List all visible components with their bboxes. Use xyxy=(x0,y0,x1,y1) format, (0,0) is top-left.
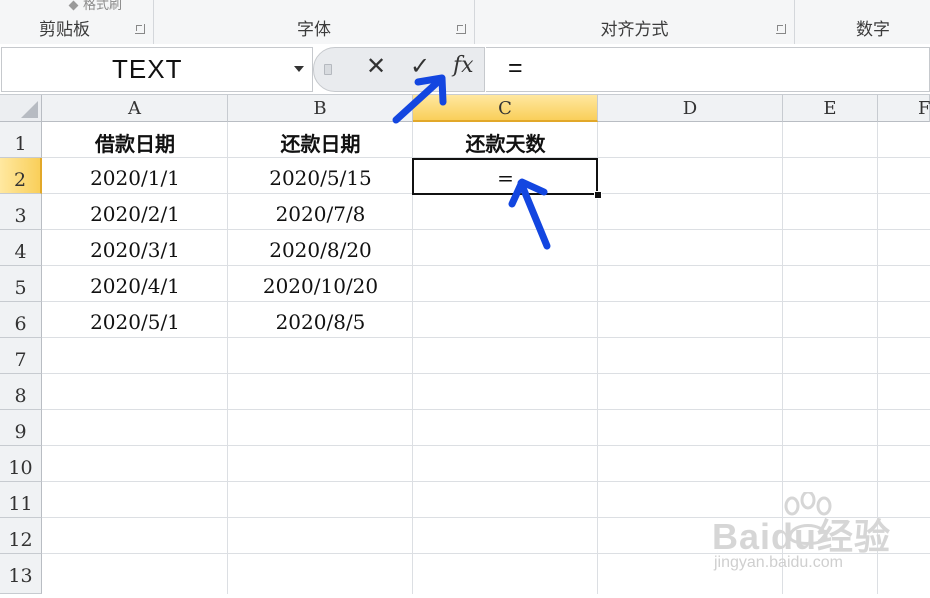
cell-c1[interactable]: 还款天数 xyxy=(413,128,598,157)
row-header-9[interactable]: 9 xyxy=(0,410,42,446)
watermark-brand: Baidu经验 xyxy=(712,516,892,557)
ribbon-group-label: 数字 xyxy=(856,20,890,40)
column-header-e[interactable]: E xyxy=(783,95,878,122)
cell-a2[interactable]: 2020/1/1 xyxy=(42,166,228,190)
column-header-b[interactable]: B xyxy=(228,95,413,122)
cell-b2[interactable]: 2020/5/15 xyxy=(228,166,413,190)
name-box-value: TEXT xyxy=(112,54,183,84)
row-header-2[interactable]: 2 xyxy=(0,158,42,194)
gridline xyxy=(42,409,930,410)
select-all-icon xyxy=(21,101,38,118)
enter-check-icon[interactable]: ✓ xyxy=(410,52,430,80)
cell-b4[interactable]: 2020/8/20 xyxy=(228,238,413,262)
formula-bar: TEXT ✕ ✓ fx = xyxy=(0,44,930,95)
row-header-5[interactable]: 5 xyxy=(0,266,42,302)
gridline xyxy=(42,265,930,266)
ribbon: 格式刷 剪贴板 字体 对齐方式 数字 xyxy=(0,0,930,45)
ribbon-group-label: 字体 xyxy=(297,20,331,40)
formula-text: = xyxy=(508,54,523,82)
cell-a1[interactable]: 借款日期 xyxy=(42,128,228,157)
ribbon-group-clipboard: 剪贴板 xyxy=(0,0,154,44)
formula-input[interactable]: = xyxy=(486,47,930,92)
cell-b6[interactable]: 2020/8/5 xyxy=(228,310,413,334)
row-header-6[interactable]: 6 xyxy=(0,302,42,338)
row-header-1[interactable]: 1 xyxy=(0,122,42,158)
gridline xyxy=(42,229,930,230)
cell-b5[interactable]: 2020/10/20 xyxy=(228,274,413,298)
row-header-3[interactable]: 3 xyxy=(0,194,42,230)
row-header-13[interactable]: 13 xyxy=(0,554,42,594)
dialog-launcher-icon[interactable] xyxy=(135,24,145,34)
gridline xyxy=(42,301,930,302)
ribbon-group-label: 对齐方式 xyxy=(600,20,669,40)
gridline xyxy=(42,337,930,338)
dropdown-arrow-icon[interactable] xyxy=(294,66,304,72)
column-header-f[interactable]: F xyxy=(878,95,930,122)
dialog-launcher-icon[interactable] xyxy=(776,24,786,34)
row-header-4[interactable]: 4 xyxy=(0,230,42,266)
ribbon-group-label: 剪贴板 xyxy=(39,20,90,40)
insert-function-icon[interactable]: fx xyxy=(453,53,474,78)
ribbon-group-font: 字体 xyxy=(154,0,475,44)
gridline xyxy=(42,373,930,374)
cell-a5[interactable]: 2020/4/1 xyxy=(42,274,228,298)
active-cell-border[interactable] xyxy=(412,158,598,195)
cancel-icon[interactable]: ✕ xyxy=(366,52,386,80)
column-header-a[interactable]: A xyxy=(42,95,228,122)
row-header-8[interactable]: 8 xyxy=(0,374,42,410)
ribbon-group-alignment: 对齐方式 xyxy=(475,0,795,44)
name-box[interactable]: TEXT xyxy=(1,47,313,92)
row-header-12[interactable]: 12 xyxy=(0,518,42,554)
cell-b3[interactable]: 2020/7/8 xyxy=(228,202,413,226)
fill-handle[interactable] xyxy=(594,191,602,199)
column-header-d[interactable]: D xyxy=(598,95,783,122)
ribbon-group-number: 数字 xyxy=(795,0,930,44)
dialog-launcher-icon[interactable] xyxy=(456,24,466,34)
baidu-watermark: Baidu经验 jingyan.baidu.com xyxy=(712,492,892,582)
select-all-button[interactable] xyxy=(0,95,42,122)
cell-a6[interactable]: 2020/5/1 xyxy=(42,310,228,334)
cell-a4[interactable]: 2020/3/1 xyxy=(42,238,228,262)
resize-grip-icon[interactable] xyxy=(324,64,332,75)
gridline xyxy=(42,481,930,482)
formula-buttons: ✕ ✓ fx xyxy=(313,47,485,92)
row-header-11[interactable]: 11 xyxy=(0,482,42,518)
row-header-7[interactable]: 7 xyxy=(0,338,42,374)
watermark-url: jingyan.baidu.com xyxy=(714,554,843,571)
cell-a3[interactable]: 2020/2/1 xyxy=(42,202,228,226)
cell-b1[interactable]: 还款日期 xyxy=(228,128,413,157)
gridline xyxy=(42,445,930,446)
row-header-10[interactable]: 10 xyxy=(0,446,42,482)
column-header-c[interactable]: C xyxy=(413,95,598,122)
